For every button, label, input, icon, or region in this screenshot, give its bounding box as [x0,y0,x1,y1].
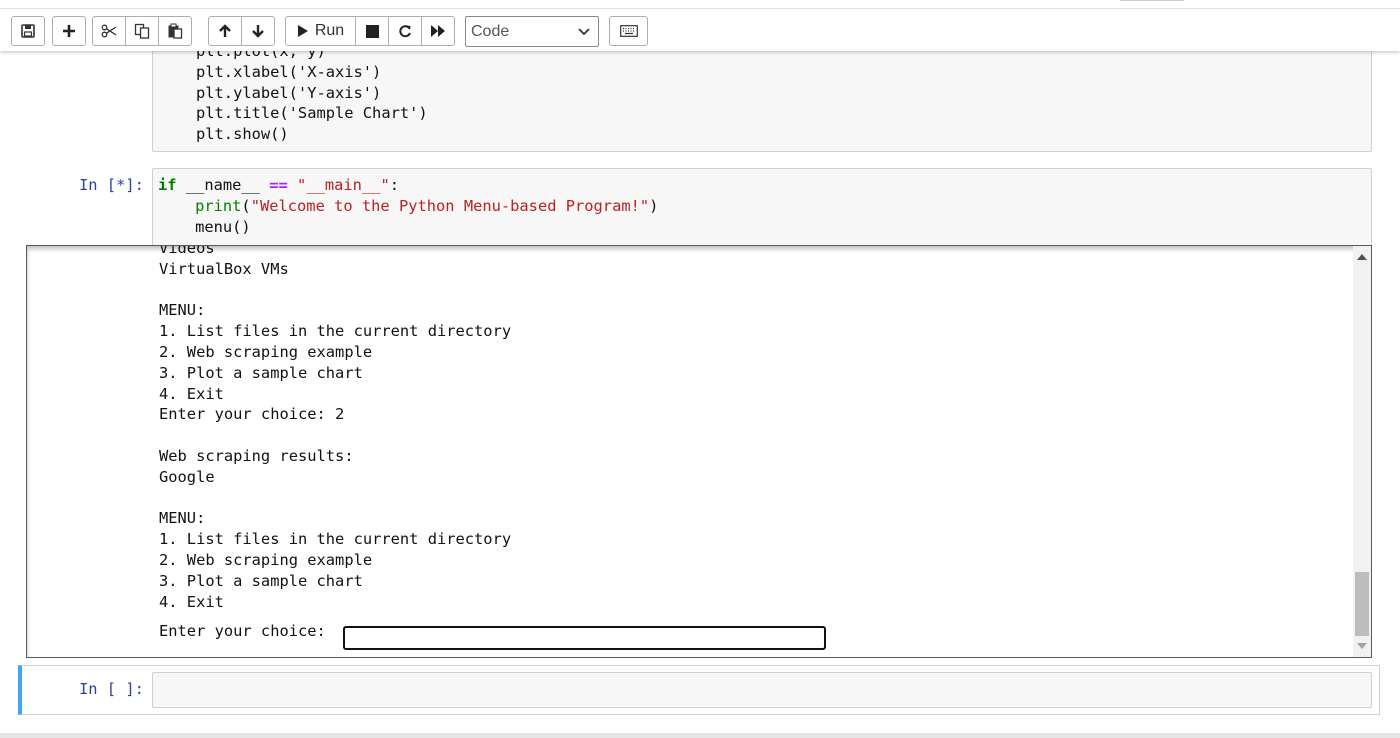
string-literal: "__main__" [297,176,390,194]
keyboard-icon [619,25,638,37]
identifier: __name__ [176,176,270,194]
cell-type-value: Code [471,23,510,40]
move-group [208,16,275,46]
code-line: plt.ylabel('Y-axis') [196,83,382,102]
save-icon [21,24,35,38]
output-area: Videos VirtualBox VMs MENU: 1. List file… [26,245,1372,658]
stdin-prompt: Enter your choice: [159,622,336,640]
operator: == [269,176,288,194]
stop-icon [365,24,379,38]
edit-group [92,16,192,46]
chevron-down-icon [578,28,590,36]
header-strip [0,0,1400,9]
code-block: plt.plot(x, y) plt.xlabel('X-axis') plt.yl… [196,51,428,145]
code-line: plt.title('Sample Chart') [196,104,428,123]
scroll-down-arrow-icon[interactable] [1357,643,1367,649]
palette-group [609,16,648,46]
run-label: Run [314,22,345,39]
keyword: if [158,176,177,194]
plus-icon [63,25,75,37]
arrow-down-icon [252,25,264,38]
punctuation: : [389,176,399,194]
code-line: plt.xlabel('X-axis') [196,62,382,81]
paste-icon [168,23,183,39]
cut-button[interactable] [92,16,126,46]
punctuation: ) [649,196,659,215]
insert-cell-button[interactable] [52,16,86,46]
arrow-up-icon [219,24,231,37]
code-block: if __name__ == "__main__": print("Welcom… [158,175,658,237]
output-scrollbar[interactable] [1353,246,1371,657]
save-group [11,16,45,46]
restart-icon [399,25,411,38]
restart-button[interactable] [388,16,422,46]
copy-button[interactable] [125,16,159,46]
restart-run-all-button[interactable] [421,16,455,46]
empty-code-cell-input[interactable] [152,672,1372,708]
run-button[interactable]: Run [285,16,356,46]
code-line: plt.show() [196,125,289,144]
move-down-button[interactable] [241,16,275,46]
play-icon [297,25,308,37]
move-up-button[interactable] [208,16,242,46]
cell-type-select[interactable]: Code [465,16,599,47]
output-text: Videos VirtualBox VMs MENU: 1. List file… [159,245,512,611]
interrupt-button[interactable] [355,16,389,46]
paste-button[interactable] [158,16,192,46]
string-literal: "Welcome to the Python Menu-based Progra… [250,196,650,215]
stdin-input[interactable] [343,626,826,650]
code-cell-input[interactable]: if __name__ == "__main__": print("Welcom… [152,168,1372,246]
bottom-bar [0,733,1400,738]
header-widget [1120,0,1184,1]
notebook-container: plt.plot(x, y) plt.xlabel('X-axis') plt.yl… [0,51,1400,733]
fast-forward-icon [431,25,445,37]
input-prompt: In [*]: [79,176,144,194]
save-button[interactable] [11,16,45,46]
command-palette-button[interactable] [609,16,648,46]
scroll-up-arrow-icon[interactable] [1357,254,1367,260]
code-cell-input[interactable]: plt.plot(x, y) plt.xlabel('X-axis') plt.yl… [152,51,1372,152]
code-line: plt.plot(x, y) [196,51,326,60]
code-line: if __name__ == "__main__": [158,175,658,196]
scroll-thumb[interactable] [1355,572,1369,636]
copy-icon [134,23,150,39]
code-line: menu() [158,217,251,236]
code-line: print("Welcome to the Python Menu-based … [158,196,658,217]
builtin-function: print [195,196,242,215]
scissors-icon [101,24,117,38]
notebook-toolbar: Run Code [0,9,1400,51]
run-group: Run [285,16,455,46]
input-prompt: In [ ]: [79,680,144,698]
punctuation: ( [241,196,251,215]
stdin-line: Enter your choice: [159,621,335,642]
insert-group [52,16,86,46]
